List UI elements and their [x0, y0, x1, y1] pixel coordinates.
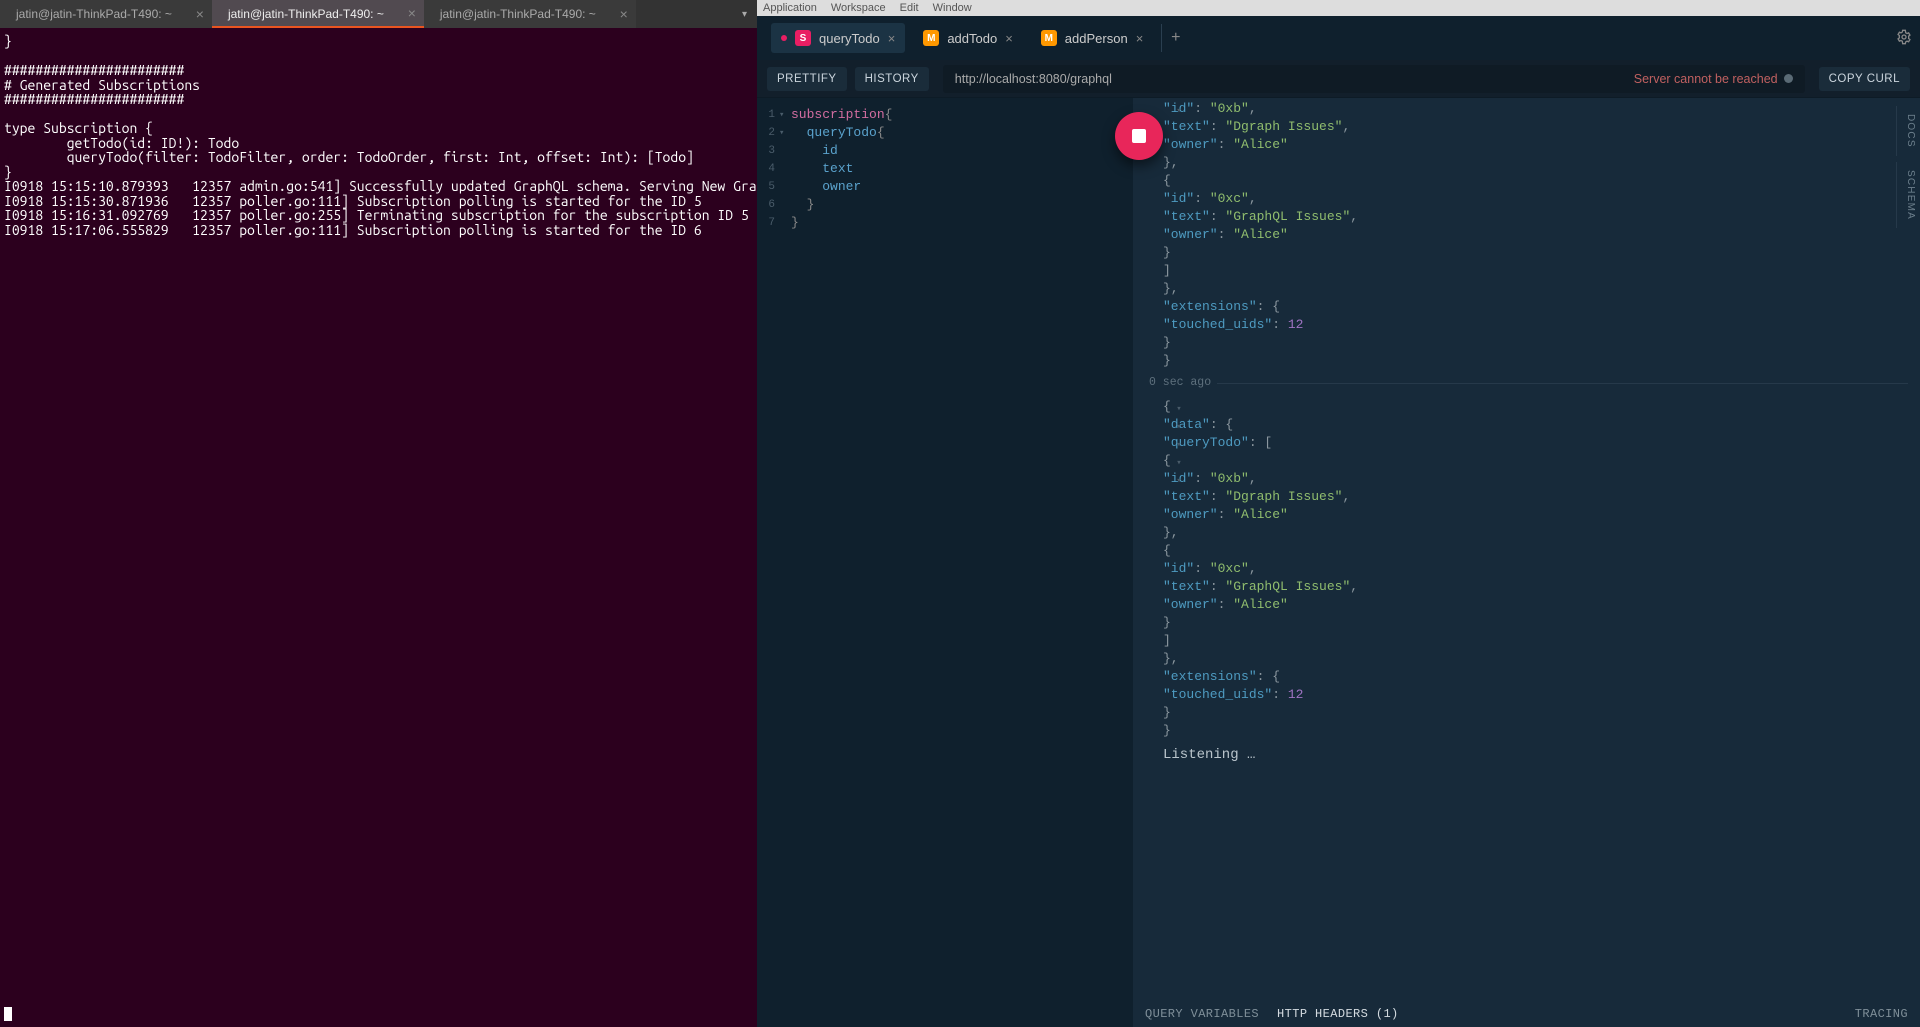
terminal-tab-label: jatin@jatin-ThinkPad-T490: ~ — [440, 7, 596, 21]
code-area[interactable]: subscription{ queryTodo{ id text owner }… — [791, 106, 1133, 232]
listening-status: Listening … — [1163, 740, 1908, 766]
dirty-dot-icon — [781, 35, 787, 41]
stop-icon — [1132, 129, 1146, 143]
terminal-tab-label: jatin@jatin-ThinkPad-T490: ~ — [16, 7, 172, 21]
terminal-tab-0[interactable]: jatin@jatin-ThinkPad-T490: ~ × — [0, 0, 212, 28]
tab-addtodo[interactable]: M addTodo × — [913, 23, 1022, 53]
menu-workspace[interactable]: Workspace — [831, 2, 886, 14]
close-icon[interactable]: × — [1005, 31, 1013, 46]
terminal-tab-2[interactable]: jatin@jatin-ThinkPad-T490: ~ × — [424, 0, 636, 28]
terminal-output[interactable]: } ####################### # Generated Su… — [0, 28, 757, 1027]
tab-label: addTodo — [947, 31, 997, 46]
line-gutter: 1234567 — [757, 98, 779, 232]
mutation-badge-icon: M — [1041, 30, 1057, 46]
prettify-button[interactable]: PRETTIFY — [767, 67, 847, 91]
subscription-badge-icon: S — [795, 30, 811, 46]
tab-label: addPerson — [1065, 31, 1128, 46]
docs-tab[interactable]: DOCS — [1896, 106, 1920, 156]
result-viewer[interactable]: ▾ "id": "0xb", "text": "Dgraph Issues", … — [1133, 98, 1920, 1001]
new-tab-button[interactable]: + — [1161, 24, 1189, 52]
tab-addperson[interactable]: M addPerson × — [1031, 23, 1153, 53]
close-icon[interactable]: × — [408, 0, 416, 27]
tracing-tab[interactable]: TRACING — [1855, 1007, 1908, 1021]
close-icon[interactable]: × — [620, 0, 628, 28]
server-status-text: Server cannot be reached — [1634, 72, 1778, 86]
result-pane: ▾ "id": "0xb", "text": "Dgraph Issues", … — [1133, 98, 1920, 1027]
endpoint-input[interactable]: http://localhost:8080/graphql Server can… — [943, 65, 1805, 93]
tabs-row: S queryTodo × M addTodo × M addPerson × … — [757, 16, 1920, 60]
chevron-down-icon[interactable]: ▾ — [742, 9, 747, 20]
fold-gutter: ▾▾ — [779, 98, 791, 232]
close-icon[interactable]: × — [888, 31, 896, 46]
query-editor[interactable]: 1234567 ▾▾ subscription{ queryTodo{ id t… — [757, 98, 1133, 1027]
endpoint-value: http://localhost:8080/graphql — [955, 72, 1112, 86]
gear-icon[interactable] — [1896, 29, 1912, 48]
editor-row: 1234567 ▾▾ subscription{ queryTodo{ id t… — [757, 98, 1920, 1027]
schema-tab[interactable]: SCHEMA — [1896, 162, 1920, 228]
tab-querytodo[interactable]: S queryTodo × — [771, 23, 905, 53]
close-icon[interactable]: × — [196, 0, 204, 28]
side-dock: DOCS SCHEMA — [1896, 98, 1920, 228]
close-icon[interactable]: × — [1136, 31, 1144, 46]
status-dot-icon — [1784, 74, 1793, 83]
terminal-tab-label: jatin@jatin-ThinkPad-T490: ~ — [228, 7, 384, 21]
history-button[interactable]: HISTORY — [855, 67, 929, 91]
terminal-tab-1[interactable]: jatin@jatin-ThinkPad-T490: ~ × — [212, 0, 424, 28]
menu-application[interactable]: Application — [763, 2, 817, 14]
terminal-cursor — [4, 1007, 12, 1021]
terminal-tab-bar: jatin@jatin-ThinkPad-T490: ~ × jatin@jat… — [0, 0, 757, 28]
result-separator: 0 sec ago — [1149, 374, 1908, 392]
menu-edit[interactable]: Edit — [900, 2, 919, 14]
http-headers-tab[interactable]: HTTP HEADERS (1) — [1277, 1007, 1399, 1021]
copy-curl-button[interactable]: COPY CURL — [1819, 67, 1910, 91]
menu-bar: Application Workspace Edit Window — [757, 0, 1920, 16]
toolbar: PRETTIFY HISTORY http://localhost:8080/g… — [757, 60, 1920, 98]
bottom-drawer-tabs: QUERY VARIABLES HTTP HEADERS (1) TRACING — [1133, 1001, 1920, 1027]
menu-window[interactable]: Window — [933, 2, 972, 14]
mutation-badge-icon: M — [923, 30, 939, 46]
tab-label: queryTodo — [819, 31, 880, 46]
graphql-playground: Application Workspace Edit Window S quer… — [757, 0, 1920, 1027]
result-timestamp: 0 sec ago — [1149, 374, 1211, 392]
query-variables-tab[interactable]: QUERY VARIABLES — [1145, 1007, 1259, 1021]
terminal-window: jatin@jatin-ThinkPad-T490: ~ × jatin@jat… — [0, 0, 757, 1027]
server-status: Server cannot be reached — [1634, 72, 1793, 86]
stop-subscription-button[interactable] — [1115, 112, 1163, 160]
